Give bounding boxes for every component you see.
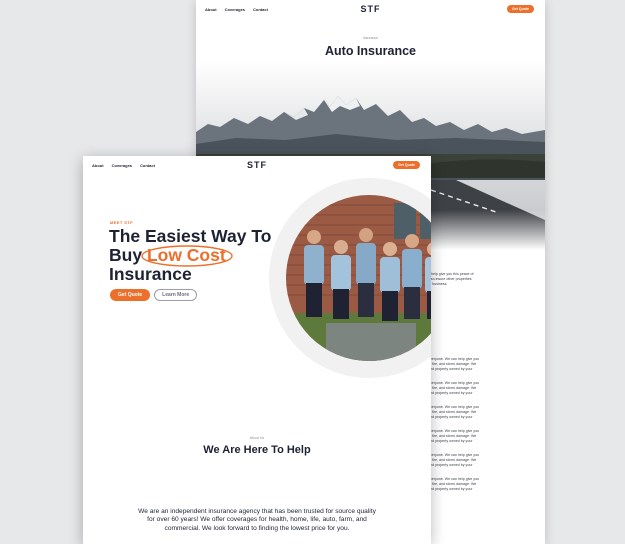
page-title: Auto Insurance: [325, 44, 416, 58]
highlight-circle-icon: [141, 245, 233, 267]
hero-headline: The Easiest Way To Buy Low Cost Insuranc…: [109, 227, 271, 284]
learn-more-button[interactable]: Learn More: [154, 289, 198, 301]
home-page-preview: About Coverages Contact STF Get Quote ME…: [83, 156, 431, 544]
get-quote-button[interactable]: Get Quote: [507, 5, 534, 13]
top-navigation: About Coverages Contact STF Get Quote: [83, 156, 431, 176]
partial-line: and property owned by your: [428, 366, 473, 371]
get-quote-hero-button[interactable]: Get Quote: [110, 289, 151, 301]
coverage-text-block: everyone. We can help give you ft, fire,…: [428, 381, 488, 395]
stf-logo[interactable]: STF: [247, 160, 267, 170]
nav-links: About Coverages Contact: [92, 163, 155, 168]
nav-about-link[interactable]: About: [205, 7, 217, 12]
nav-contact-link[interactable]: Contact: [253, 7, 268, 12]
coverage-text-block: everyone. We can help give you ft, fire,…: [428, 453, 488, 467]
nav-coverages-link[interactable]: Coverages: [112, 163, 132, 168]
partial-line: and property owned by your: [428, 486, 473, 491]
coverage-text-block: everyone. We can help give you ft, fire,…: [428, 405, 488, 419]
logo-text: STF: [360, 4, 381, 14]
partial-line: and property owned by your: [428, 438, 473, 443]
headline-buy: Buy: [109, 245, 143, 265]
nav-contact-link[interactable]: Contact: [140, 163, 155, 168]
coverage-text-block: everyone. We can help give you ft, fire,…: [428, 429, 488, 443]
partial-line: and property owned by your: [428, 414, 473, 419]
partial-line: and property owned by your: [428, 462, 473, 467]
get-quote-button[interactable]: Get Quote: [393, 161, 420, 169]
stf-logo[interactable]: STF: [361, 4, 381, 14]
logo-text: STF: [247, 160, 267, 170]
partial-intro-text: n help give you this peace of also insur…: [428, 272, 488, 286]
page-eyebrow: Insurance: [362, 36, 379, 40]
hero-buttons: Get Quote Learn More: [110, 289, 198, 301]
nav-coverages-link[interactable]: Coverages: [225, 7, 245, 12]
top-navigation: About Coverages Contact STF Get Quote: [196, 0, 545, 20]
coverage-text-block: everyone. We can help give you ft, fire,…: [428, 477, 488, 491]
partial-line: and property owned by your: [428, 390, 473, 395]
coverage-text-block: everyone. We can help give you ft, fire,…: [428, 357, 488, 371]
partial-line: ur business.: [428, 281, 448, 286]
headline-highlight: Low Cost: [141, 245, 233, 267]
about-eyebrow: About Us: [249, 436, 265, 440]
about-paragraph: We are an independent insurance agency t…: [138, 508, 376, 532]
section-title: We Are Here To Help: [203, 444, 311, 456]
nav-links: About Coverages Contact: [205, 7, 268, 12]
headline-line-2: Buy Low Cost: [109, 245, 271, 267]
section-eyebrow: MEET STF: [110, 220, 133, 225]
nav-about-link[interactable]: About: [92, 163, 104, 168]
